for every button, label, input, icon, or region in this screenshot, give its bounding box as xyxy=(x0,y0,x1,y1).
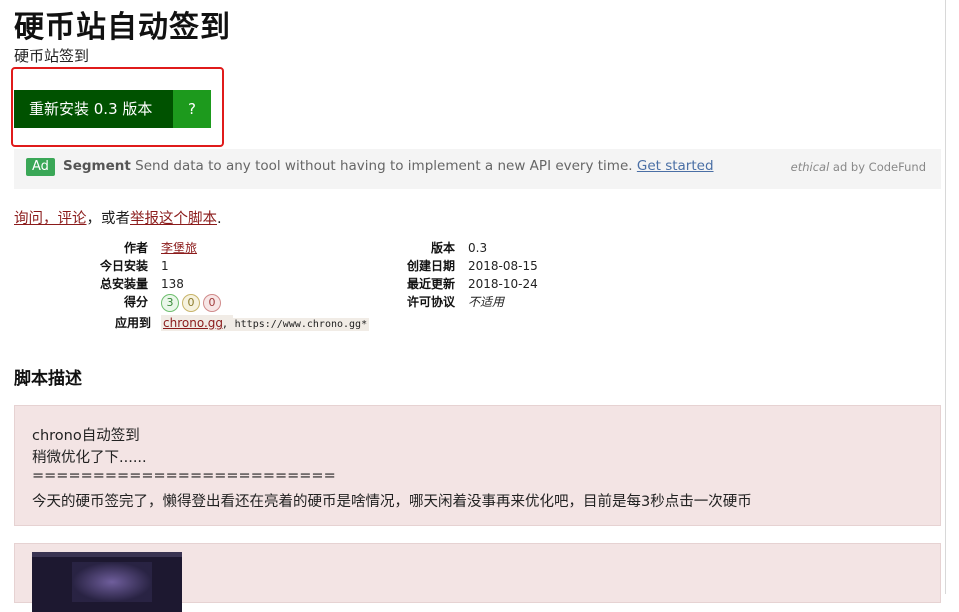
rating-ok-badge[interactable]: 0 xyxy=(182,293,200,312)
meta-row-total: 总安装量 138 最近更新 2018-10-24 xyxy=(0,275,959,293)
report-link[interactable]: 举报这个脚本 xyxy=(130,211,217,227)
meta-applies-value: chrono.gg, https://www.chrono.gg* xyxy=(161,314,370,334)
rating-bad-badge[interactable]: 0 xyxy=(203,293,221,312)
ad-text: Segment Send data to any tool without ha… xyxy=(63,158,714,174)
thumbnail-graphic xyxy=(72,562,152,602)
meta-license-label: 许可协议 xyxy=(406,295,455,309)
feedback-mid: ，或者 xyxy=(86,211,131,227)
screenshot-box xyxy=(14,543,941,612)
meta-applies-label: 应用到 xyxy=(114,316,151,330)
applies-site-link[interactable]: chrono.gg xyxy=(163,316,223,330)
meta-author-value: 李堡旅 xyxy=(161,239,197,257)
ad-badge: Ad xyxy=(26,158,55,176)
description-line-1: chrono自动签到 xyxy=(32,428,140,444)
meta-total-value: 138 xyxy=(161,277,184,291)
meta-row-rating: 得分 300 许可协议 不适用 xyxy=(0,293,959,313)
applies-link-wrap: chrono.gg, xyxy=(161,315,233,331)
meta-version-value: 0.3 xyxy=(468,241,488,255)
meta-version-label: 版本 xyxy=(430,241,455,255)
description-box: chrono自动签到 稍微优化了下...... ================… xyxy=(14,405,941,526)
ad-credit[interactable]: ethical ad by CodeFund xyxy=(791,160,926,174)
ad-sponsor: Segment xyxy=(63,158,131,174)
description-line-2: 稍微优化了下...... xyxy=(32,450,147,466)
screenshot-thumbnail[interactable] xyxy=(32,552,182,612)
description-heading: 脚本描述 xyxy=(14,369,82,389)
description-line-4: 今天的硬币签完了，懒得登出看还在亮着的硬币是啥情况，哪天闲着没事再来优化吧，目前… xyxy=(32,494,752,510)
ad-get-started-link[interactable]: Get started xyxy=(637,158,714,174)
meta-author-label: 作者 xyxy=(123,241,148,255)
meta-rating-label: 得分 xyxy=(123,295,148,309)
meta-created-label: 创建日期 xyxy=(406,259,455,273)
meta-row-applies: 应用到 chrono.gg, https://www.chrono.gg* xyxy=(0,314,959,332)
ad-message: Send data to any tool without having to … xyxy=(130,158,637,174)
feedback-line: 询问，评论，或者举报这个脚本. xyxy=(14,207,222,228)
rating-good-badge[interactable]: 3 xyxy=(161,293,179,312)
meta-daily-label: 今日安装 xyxy=(99,259,148,273)
page-title: 硬币站自动签到 xyxy=(14,10,231,45)
page-subtitle: 硬币站签到 xyxy=(14,47,90,65)
install-button-label[interactable]: 重新安装 0.3 版本 xyxy=(14,90,173,128)
ad-credit-ethical: ethical xyxy=(790,160,830,174)
install-button[interactable]: 重新安装 0.3 版本 ? xyxy=(14,90,211,128)
feedback-link[interactable]: 询问，评论 xyxy=(14,211,87,227)
ad-banner: Ad Segment Send data to any tool without… xyxy=(14,149,941,189)
author-link[interactable]: 李堡旅 xyxy=(161,241,197,255)
ad-credit-rest: ad by CodeFund xyxy=(829,160,926,174)
meta-total-label: 总安装量 xyxy=(99,277,148,291)
meta-row-daily: 今日安装 1 创建日期 2018-08-15 xyxy=(0,257,959,275)
description-line-3: ========================= xyxy=(32,468,336,484)
meta-row-author: 作者 李堡旅 版本 0.3 xyxy=(0,239,959,257)
meta-license-value: 不适用 xyxy=(468,295,505,309)
meta-created-value: 2018-08-15 xyxy=(468,259,538,273)
applies-separator: , xyxy=(223,316,231,330)
applies-url-code: https://www.chrono.gg* xyxy=(232,318,370,331)
thumbnail-header-bar xyxy=(32,552,182,557)
meta-updated-value: 2018-10-24 xyxy=(468,277,538,291)
install-help-button[interactable]: ? xyxy=(173,90,211,128)
meta-daily-value: 1 xyxy=(161,259,169,273)
rating-badges: 300 xyxy=(161,293,224,312)
meta-updated-label: 最近更新 xyxy=(406,277,455,291)
feedback-end: . xyxy=(217,211,222,227)
